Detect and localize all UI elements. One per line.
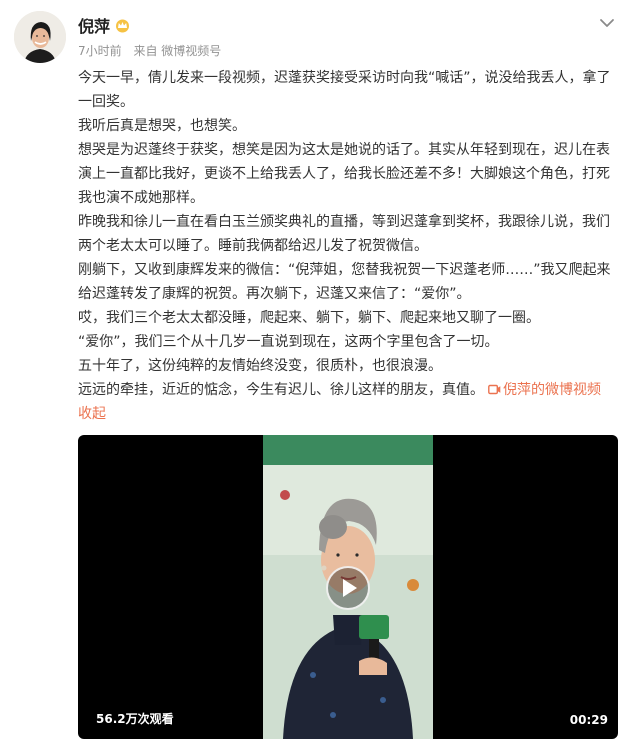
post-meta: 7小时前 来自 微博视频号 (78, 42, 221, 59)
video-duration: 00:29 (569, 713, 608, 727)
post-paragraph: 我听后真是想哭，也想笑。 (78, 118, 246, 134)
post-paragraph: 昨晚我和徐儿一直在看白玉兰颁奖典礼的直播，等到迟蓬拿到奖杯，我跟徐儿说，我们两个… (78, 214, 610, 254)
post-paragraph: 五十年了，这份纯粹的友情始终没变，很质朴，也很浪漫。 (78, 358, 442, 374)
crown-icon (114, 18, 131, 33)
post-paragraph: “爱你”，我们三个从十几岁一直说到现在，这两个字里包含了一切。 (78, 334, 499, 350)
post-paragraph-text: 远远的牵挂，近近的惦念，今生有迟儿、徐儿这样的朋友，真值。 (78, 382, 484, 398)
chevron-down-icon[interactable] (598, 15, 616, 29)
post-paragraph: 哎，我们三个老太太都没睡，爬起来、躺下，躺下、爬起来地又聊了一圈。 (78, 310, 540, 326)
play-triangle (343, 579, 357, 597)
post-content: 今天一早，倩儿发来一段视频，迟蓬获奖接受采访时向我“喊话”，说没给我丢人，拿了一… (78, 66, 618, 426)
author-row: 倪萍 (78, 13, 131, 37)
collapse-link[interactable]: 收起 (78, 406, 106, 422)
video-link[interactable]: 倪萍的微博视频 (503, 382, 601, 398)
avatar[interactable] (14, 11, 66, 63)
author-name[interactable]: 倪萍 (78, 13, 110, 37)
post-source[interactable]: 来自 微博视频号 (133, 44, 221, 58)
play-icon[interactable] (326, 566, 370, 610)
post-paragraph: 今天一早，倩儿发来一段视频，迟蓬获奖接受采访时向我“喊话”，说没给我丢人，拿了一… (78, 70, 611, 110)
video-link-icon[interactable] (488, 379, 501, 395)
post-last-paragraph: 远远的牵挂，近近的惦念，今生有迟儿、徐儿这样的朋友，真值。 倪萍的微博视频 收起 (78, 378, 618, 426)
weibo-post: 倪萍 7小时前 来自 微博视频号 今天一早，倩儿发来一段视频，迟蓬获奖接受采访时… (0, 0, 633, 751)
post-time[interactable]: 7小时前 (78, 44, 122, 58)
post-paragraph: 想哭是为迟蓬终于获奖，想笑是因为这太是她说的话了。其实从年轻到现在，迟儿在表演上… (78, 142, 610, 206)
video-player[interactable]: 56.2万次观看 00:29 (78, 435, 618, 739)
video-view-count: 56.2万次观看 (96, 712, 174, 726)
post-paragraph: 刚躺下，又收到康辉发来的微信：“倪萍姐，您替我祝贺一下迟蓬老师……”我又爬起来给… (78, 262, 611, 302)
